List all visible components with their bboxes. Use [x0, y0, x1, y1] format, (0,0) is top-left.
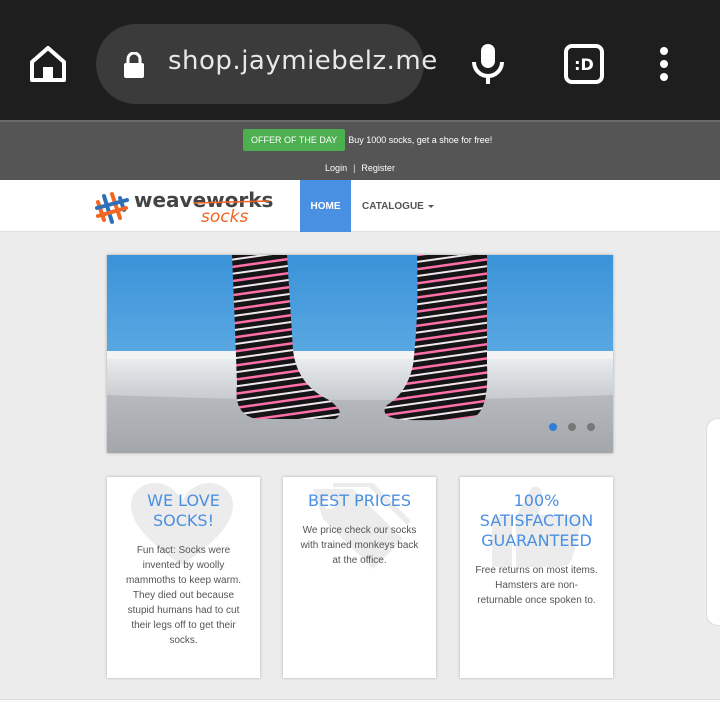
auth-links: Login | Register — [0, 163, 720, 173]
edge-panel[interactable] — [706, 418, 720, 626]
nav-catalogue-label: CATALOGUE — [362, 200, 424, 212]
carousel-dot-1[interactable] — [549, 423, 557, 431]
carousel-indicators — [549, 423, 595, 431]
feature-box-love: WE LOVE SOCKS! Fun fact: Socks were inve… — [107, 477, 260, 678]
feature-text: We price check our socks with trained mo… — [300, 525, 419, 566]
feature-box-prices: BEST PRICES We price check our socks wit… — [283, 477, 436, 678]
url-text[interactable]: shop.jaymiebelz.me — [168, 46, 438, 76]
logo-sub-text: socks — [201, 207, 248, 227]
feature-text: Free returns on most items. Hamsters are… — [475, 565, 598, 606]
offer-text[interactable]: Buy 1000 socks, get a shoe for free! — [348, 135, 492, 145]
login-link[interactable]: Login — [325, 163, 347, 173]
feature-box-satisfaction: 100% SATISFACTION GUARANTEED Free return… — [460, 477, 613, 678]
carousel-dot-3[interactable] — [587, 423, 595, 431]
feature-title: WE LOVE SOCKS! — [147, 491, 220, 530]
offer-bar: OFFER OF THE DAY Buy 1000 socks, get a s… — [0, 120, 720, 180]
address-bar[interactable]: shop.jaymiebelz.me — [96, 24, 437, 104]
extension-icon[interactable]: :D — [564, 44, 604, 84]
offer-of-the-day: OFFER OF THE DAY Buy 1000 socks, get a s… — [243, 129, 492, 151]
caret-down-icon — [427, 204, 434, 208]
site-logo[interactable]: weaveworks socks — [94, 186, 274, 228]
nav-home[interactable]: HOME — [300, 180, 351, 232]
footer-divider — [0, 699, 720, 703]
browser-toolbar: shop.jaymiebelz.me :D — [0, 0, 720, 120]
carousel-dot-2[interactable] — [568, 423, 576, 431]
lock-icon[interactable] — [123, 51, 145, 78]
register-link[interactable]: Register — [361, 163, 395, 173]
home-icon[interactable] — [24, 40, 72, 88]
hero-carousel[interactable] — [107, 255, 613, 453]
more-vert-icon[interactable] — [656, 46, 672, 82]
nav-catalogue[interactable]: CATALOGUE — [362, 180, 434, 232]
offer-badge[interactable]: OFFER OF THE DAY — [243, 129, 346, 151]
feature-title: BEST PRICES — [307, 491, 412, 510]
weaveworks-logo-icon: weaveworks socks — [95, 188, 273, 227]
feature-text: Fun fact: Socks were invented by woolly … — [125, 545, 242, 646]
auth-separator: | — [353, 163, 356, 173]
site-navbar: weaveworks socks HOME CATALOGUE — [0, 180, 720, 232]
mic-icon[interactable] — [470, 42, 506, 86]
feature-title: 100% SATISFACTION GUARANTEED — [479, 491, 594, 550]
hero-socks-image — [107, 255, 613, 453]
